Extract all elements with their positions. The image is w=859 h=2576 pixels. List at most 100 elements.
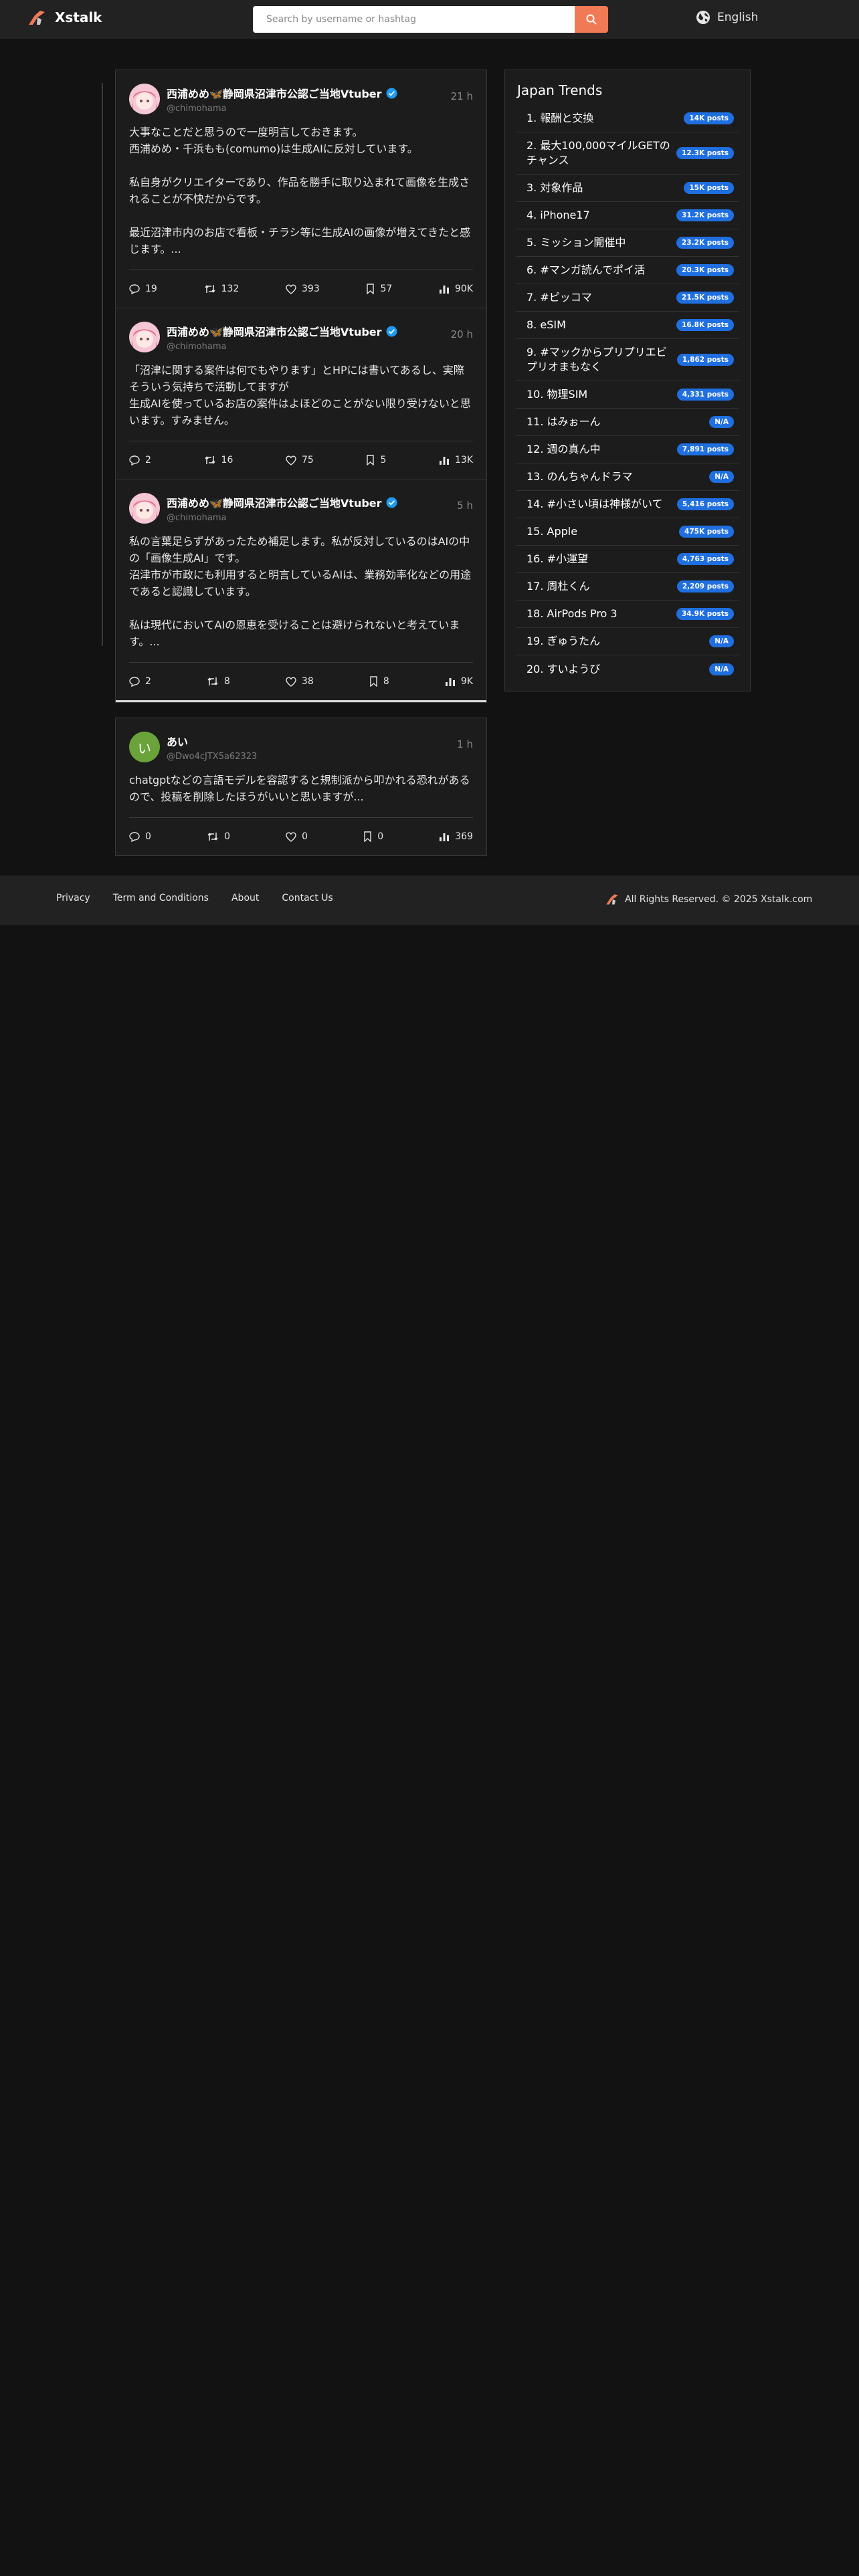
trend-label: 2. 最大100,000マイルGETのチャンス <box>527 139 670 167</box>
author-handle[interactable]: @chimohama <box>167 513 473 523</box>
views-action[interactable]: 13K <box>439 455 473 465</box>
avatar[interactable] <box>129 84 160 114</box>
trend-item[interactable]: 11. はみぉーん N/A <box>516 409 739 436</box>
trend-label: 15. Apple <box>527 525 578 538</box>
footer-link-terms[interactable]: Term and Conditions <box>113 893 209 903</box>
retweet-action[interactable]: 8 <box>207 676 230 687</box>
trend-item[interactable]: 5. ミッション開催中 23.2K posts <box>516 229 739 257</box>
views-action[interactable]: 9K <box>445 676 473 687</box>
like-action[interactable]: 38 <box>286 676 314 687</box>
search-input[interactable] <box>253 6 575 33</box>
feed: 西浦めめ🦋静岡県沼津市公認ご当地Vtuber @chimohama 21 h 大… <box>102 70 487 856</box>
retweet-action[interactable]: 132 <box>204 284 239 294</box>
reply-action[interactable]: 2 <box>129 676 151 687</box>
like-count: 38 <box>302 676 314 687</box>
trends-title: Japan Trends <box>517 82 603 98</box>
trend-item[interactable]: 16. #小運望 4,763 posts <box>516 546 739 573</box>
trend-item[interactable]: 18. AirPods Pro 3 34.9K posts <box>516 601 739 628</box>
bookmark-action[interactable]: 8 <box>369 676 389 687</box>
views-count: 369 <box>455 831 473 842</box>
trend-post-count-badge: N/A <box>709 471 734 483</box>
trend-item[interactable]: 20. すいようび N/A <box>516 655 739 683</box>
trend-item[interactable]: 15. Apple 475K posts <box>516 518 739 546</box>
trend-post-count-badge: 2,209 posts <box>676 580 734 593</box>
views-action[interactable]: 90K <box>439 284 473 294</box>
trend-post-count-badge: 475K posts <box>679 526 734 538</box>
post[interactable]: い あい @Dwo4cJTX5a62323 1 h chatgptなどの言語モデ… <box>116 718 486 855</box>
trend-label: 14. #小さい頃は神様がいて <box>527 498 663 510</box>
like-count: 75 <box>302 455 314 465</box>
trend-post-count-badge: 4,763 posts <box>676 553 734 565</box>
trend-item[interactable]: 13. のんちゃんドラマ N/A <box>516 463 739 491</box>
search-icon <box>586 14 597 25</box>
trend-item[interactable]: 3. 対象作品 15K posts <box>516 175 739 202</box>
trend-item[interactable]: 14. #小さい頃は神様がいて 5,416 posts <box>516 491 739 518</box>
like-action[interactable]: 393 <box>286 284 320 294</box>
vtuber-avatar-icon <box>129 322 160 352</box>
trend-label: 5. ミッション開催中 <box>527 236 626 249</box>
retweet-icon <box>204 456 215 464</box>
trend-post-count-badge: 31.2K posts <box>676 209 734 221</box>
trend-post-count-badge: 34.9K posts <box>676 608 734 620</box>
reply-icon <box>129 455 140 465</box>
footer-link-privacy[interactable]: Privacy <box>56 893 90 903</box>
trend-item[interactable]: 12. 週の真ん中 7,891 posts <box>516 436 739 463</box>
retweet-action[interactable]: 16 <box>204 455 233 465</box>
author-name[interactable]: 西浦めめ🦋静岡県沼津市公認ご当地Vtuber <box>167 85 382 101</box>
views-action[interactable]: 369 <box>439 831 473 842</box>
reply-action[interactable]: 0 <box>129 831 151 842</box>
trend-item[interactable]: 17. 周杜くん 2,209 posts <box>516 573 739 601</box>
reply-action[interactable]: 19 <box>129 284 157 294</box>
bookmark-icon <box>367 284 375 294</box>
search-button[interactable] <box>575 6 608 33</box>
trend-label: 8. eSIM <box>527 318 566 331</box>
footer: Privacy Term and Conditions About Contac… <box>0 875 859 925</box>
brand-logo[interactable]: Xstalk <box>27 9 102 26</box>
language-selector[interactable]: English <box>696 10 758 25</box>
trend-item[interactable]: 2. 最大100,000マイルGETのチャンス 12.3K posts <box>516 132 739 175</box>
post-header: 西浦めめ🦋静岡県沼津市公認ご当地Vtuber @chimohama 20 h <box>129 322 473 352</box>
trend-item[interactable]: 4. iPhone17 31.2K posts <box>516 202 739 229</box>
avatar[interactable] <box>129 322 160 352</box>
globe-icon <box>696 11 710 24</box>
trend-post-count-badge: N/A <box>709 635 734 647</box>
trend-item[interactable]: 9. #マックからプリプリエビプリオまもなく 1,862 posts <box>516 339 739 381</box>
thread-connector-line <box>102 83 103 646</box>
author-name[interactable]: 西浦めめ🦋静岡県沼津市公認ご当地Vtuber <box>167 494 382 510</box>
trend-item[interactable]: 1. 報酬と交換 14K posts <box>516 105 739 132</box>
views-chart-icon <box>445 678 455 686</box>
trend-label: 4. iPhone17 <box>527 209 590 221</box>
bookmark-count: 5 <box>380 455 387 465</box>
trend-item[interactable]: 7. #ピッコマ 21.5K posts <box>516 284 739 312</box>
like-action[interactable]: 75 <box>286 455 314 465</box>
author-handle[interactable]: @chimohama <box>167 342 473 352</box>
bookmark-action[interactable]: 0 <box>363 831 383 842</box>
trend-item[interactable]: 8. eSIM 16.8K posts <box>516 312 739 339</box>
thread-post[interactable]: 西浦めめ🦋静岡県沼津市公認ご当地Vtuber @chimohama 21 h 大… <box>116 70 486 308</box>
trend-item[interactable]: 6. #マンガ読んでポイ活 20.3K posts <box>516 257 739 284</box>
footer-link-about[interactable]: About <box>231 893 259 903</box>
author-block: 西浦めめ🦋静岡県沼津市公認ご当地Vtuber @chimohama <box>167 84 473 114</box>
footer-link-contact[interactable]: Contact Us <box>282 893 332 903</box>
retweet-action[interactable]: 0 <box>207 831 230 842</box>
trend-item[interactable]: 10. 物理SIM 4,331 posts <box>516 381 739 409</box>
author-handle[interactable]: @Dwo4cJTX5a62323 <box>167 752 473 762</box>
trends-panel: Japan Trends 1. 報酬と交換 14K posts 2. 最大100,0… <box>504 70 751 691</box>
reply-action[interactable]: 2 <box>129 455 151 465</box>
bookmark-action[interactable]: 57 <box>366 284 392 294</box>
thread-post[interactable]: 西浦めめ🦋静岡県沼津市公認ご当地Vtuber @chimohama 5 h 私の… <box>116 479 486 702</box>
trend-post-count-badge: 12.3K posts <box>676 147 734 159</box>
author-name[interactable]: あい <box>167 733 188 749</box>
retweet-count: 16 <box>221 455 233 465</box>
author-handle[interactable]: @chimohama <box>167 104 473 114</box>
like-action[interactable]: 0 <box>286 831 308 842</box>
reply-count: 2 <box>145 455 151 465</box>
author-name[interactable]: 西浦めめ🦋静岡県沼津市公認ご当地Vtuber <box>167 323 382 339</box>
bookmark-action[interactable]: 5 <box>366 455 386 465</box>
trend-item[interactable]: 19. ぎゅうたん N/A <box>516 628 739 655</box>
avatar[interactable]: い <box>129 732 160 762</box>
thread-post[interactable]: 西浦めめ🦋静岡県沼津市公認ご当地Vtuber @chimohama 20 h 「… <box>116 308 486 479</box>
reply-count: 2 <box>145 676 151 687</box>
trend-list: 1. 報酬と交換 14K posts 2. 最大100,000マイルGETのチャンス… <box>516 105 739 683</box>
avatar[interactable] <box>129 493 160 524</box>
